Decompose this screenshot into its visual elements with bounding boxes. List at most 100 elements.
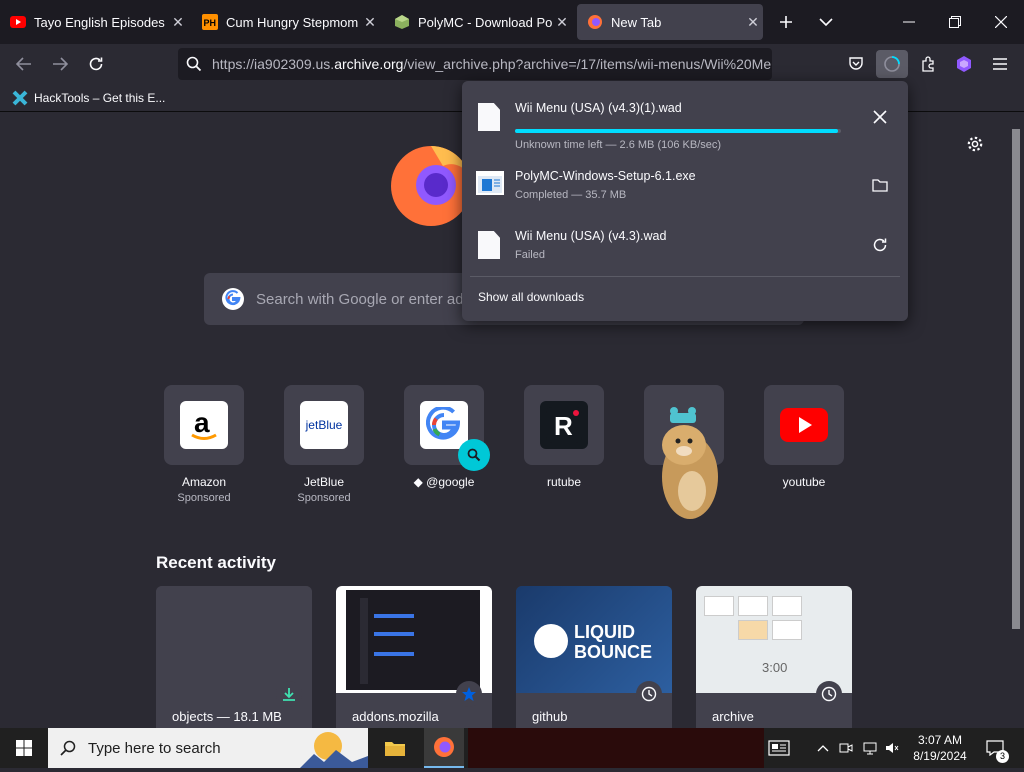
shortcut-google[interactable]: ◆ @google bbox=[384, 385, 504, 492]
download-item[interactable]: Wii Menu (USA) (v4.3).wad Failed bbox=[462, 221, 908, 281]
firefox-icon bbox=[587, 14, 603, 30]
download-progress bbox=[515, 129, 841, 133]
scrollbar-thumb[interactable] bbox=[1012, 129, 1020, 629]
forward-button[interactable] bbox=[46, 50, 74, 78]
recent-card-archive[interactable]: 3:00 archive bbox=[696, 586, 852, 728]
google-icon bbox=[420, 401, 468, 449]
tile-box: R bbox=[524, 385, 604, 465]
svg-text:a: a bbox=[194, 407, 210, 438]
download-item[interactable]: Wii Menu (USA) (v4.3)(1).wad Unknown tim… bbox=[462, 93, 908, 153]
windows-start-icon[interactable] bbox=[0, 728, 48, 768]
new-tab-button[interactable] bbox=[772, 8, 800, 36]
sponsored-label: Sponsored bbox=[177, 492, 231, 504]
meet-now-icon[interactable] bbox=[836, 728, 856, 768]
recent-activity-heading: Recent activity bbox=[156, 553, 276, 572]
file-explorer-icon[interactable] bbox=[376, 728, 414, 768]
thumbnail-screenshot bbox=[346, 590, 480, 690]
taskbar-background-image bbox=[468, 728, 764, 768]
svg-text:R: R bbox=[554, 411, 573, 441]
shortcut-amazon[interactable]: a Amazon Sponsored bbox=[144, 385, 264, 504]
thumbnail-text: LIQUID BOUNCE bbox=[574, 622, 653, 662]
scrollbar[interactable] bbox=[1008, 113, 1024, 728]
jetblue-icon: jetBlue bbox=[300, 401, 348, 449]
card-label: archive bbox=[712, 709, 754, 724]
shortcut-youtube[interactable]: youtube bbox=[744, 385, 864, 492]
shortcut-jetblue[interactable]: jetBlue JetBlue Sponsored bbox=[264, 385, 384, 504]
close-icon[interactable]: ✕ bbox=[168, 14, 188, 31]
tab-tayo[interactable]: Tayo English Episodes I M ✕ bbox=[0, 4, 188, 40]
tab-title: PolyMC - Download PolyM bbox=[418, 14, 552, 30]
tile-box: jetBlue bbox=[284, 385, 364, 465]
rutube-icon: R bbox=[540, 401, 588, 449]
close-icon[interactable]: ✕ bbox=[360, 14, 380, 31]
nav-bar: https://ia902309.us. archive.org/view_arc… bbox=[0, 44, 1024, 84]
download-status: Completed — 35.7 MB bbox=[515, 189, 627, 201]
downloads-panel: Wii Menu (USA) (v4.3)(1).wad Unknown tim… bbox=[462, 81, 908, 321]
url-host: archive.org bbox=[334, 56, 404, 72]
restore-button[interactable] bbox=[932, 0, 978, 44]
tile-box: a bbox=[164, 385, 244, 465]
search-icon bbox=[60, 740, 76, 760]
back-button[interactable] bbox=[10, 50, 38, 78]
reload-button[interactable] bbox=[82, 50, 110, 78]
notifications-icon[interactable]: 3 bbox=[980, 728, 1010, 768]
progress-fill bbox=[515, 129, 838, 133]
tile-box bbox=[764, 385, 844, 465]
taskbar-clock[interactable]: 3:07 AM 8/19/2024 bbox=[900, 732, 980, 764]
close-icon[interactable]: ✕ bbox=[743, 14, 763, 31]
pocket-icon[interactable] bbox=[842, 50, 870, 78]
url-bar[interactable]: https://ia902309.us. archive.org/view_arc… bbox=[178, 48, 772, 80]
search-highlight-image bbox=[300, 728, 368, 772]
taskbar-search-placeholder: Type here to search bbox=[88, 739, 221, 757]
menu-icon[interactable] bbox=[986, 50, 1014, 78]
tab-bar: Tayo English Episodes I M ✕ PH Cum Hungr… bbox=[0, 0, 1024, 44]
youtube-icon bbox=[10, 14, 26, 30]
volume-muted-icon[interactable] bbox=[882, 728, 902, 768]
search-icon bbox=[186, 56, 202, 75]
tab-new-tab[interactable]: New Tab ✕ bbox=[577, 4, 763, 40]
shortcut-label-text: @google bbox=[426, 475, 475, 489]
shortcut-label: youtube bbox=[782, 475, 826, 489]
extensions-icon[interactable] bbox=[914, 50, 942, 78]
close-icon[interactable]: ✕ bbox=[552, 14, 572, 31]
tab-polymc[interactable]: PolyMC - Download PolyM ✕ bbox=[384, 4, 572, 40]
minimize-button[interactable] bbox=[886, 0, 932, 44]
star-icon bbox=[456, 681, 482, 707]
retry-icon[interactable] bbox=[866, 231, 894, 259]
search-shortcut-icon bbox=[458, 439, 490, 471]
network-icon[interactable] bbox=[860, 728, 880, 768]
downloads-button[interactable] bbox=[876, 50, 908, 78]
addon-icon[interactable] bbox=[950, 50, 978, 78]
shortcut-label: rutube bbox=[546, 475, 582, 489]
sponsored-label: Sponsored bbox=[297, 492, 351, 504]
installer-icon bbox=[476, 171, 504, 200]
news-widget-icon[interactable] bbox=[764, 728, 794, 768]
card-thumbnail: LIQUID BOUNCE bbox=[516, 586, 672, 693]
chevron-up-icon[interactable] bbox=[812, 728, 834, 768]
folder-icon[interactable] bbox=[866, 171, 894, 199]
cancel-icon[interactable] bbox=[866, 103, 894, 131]
show-all-downloads-link[interactable]: Show all downloads bbox=[478, 290, 584, 304]
card-label: objects — 18.1 MB bbox=[172, 709, 282, 724]
settings-icon[interactable] bbox=[966, 135, 984, 158]
download-name: Wii Menu (USA) (v4.3).wad bbox=[515, 229, 667, 243]
recent-card-objects[interactable]: objects — 18.1 MB bbox=[156, 586, 312, 728]
firefox-taskbar-icon[interactable] bbox=[424, 728, 464, 768]
hamster-overlay-image bbox=[656, 407, 726, 528]
list-all-tabs-button[interactable] bbox=[812, 8, 840, 36]
close-window-button[interactable] bbox=[978, 0, 1024, 44]
card-label: addons.mozilla bbox=[352, 709, 439, 724]
recent-card-github[interactable]: LIQUID BOUNCE github bbox=[516, 586, 672, 728]
thumbnail-text: 3:00 bbox=[762, 660, 788, 675]
download-item[interactable]: PolyMC-Windows-Setup-6.1.exe Completed —… bbox=[462, 161, 908, 221]
svg-text:PH: PH bbox=[204, 18, 217, 28]
clock-icon bbox=[636, 681, 662, 707]
tab-ph[interactable]: PH Cum Hungry Stepmom N ✕ bbox=[192, 4, 380, 40]
tab-title: Cum Hungry Stepmom N bbox=[226, 14, 360, 30]
bookmark-hacktools[interactable]: HackTools – Get this E... bbox=[12, 90, 165, 106]
divider bbox=[470, 276, 900, 277]
shortcut-label: Amazon bbox=[181, 475, 227, 489]
shortcut-rutube[interactable]: R rutube bbox=[504, 385, 624, 492]
recent-card-addons[interactable]: addons.mozilla bbox=[336, 586, 492, 728]
taskbar-search-input[interactable]: Type here to search bbox=[48, 728, 368, 768]
